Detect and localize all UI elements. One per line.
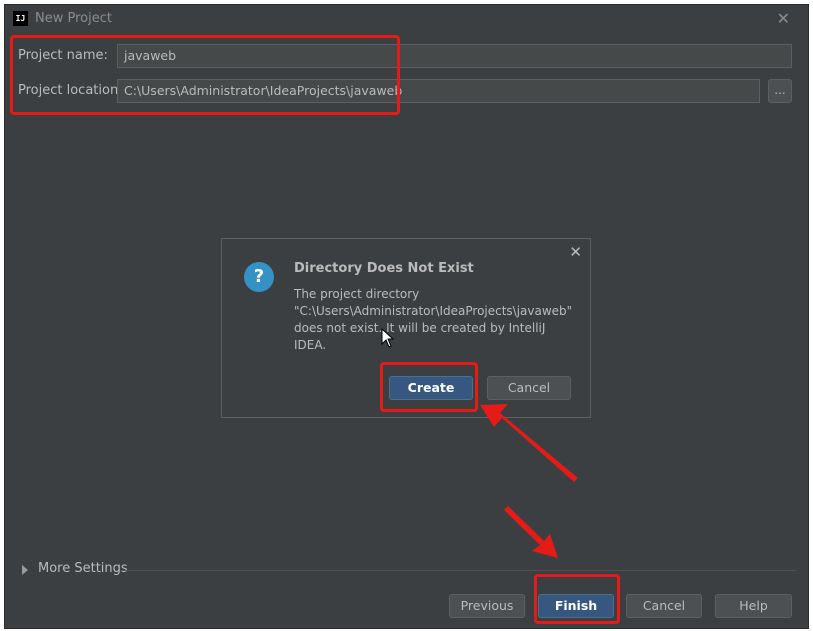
arrow-to-create bbox=[480, 404, 578, 482]
mouse-cursor-icon bbox=[381, 328, 395, 348]
annotation-arrows bbox=[480, 404, 578, 558]
arrow-to-finish bbox=[504, 506, 558, 558]
